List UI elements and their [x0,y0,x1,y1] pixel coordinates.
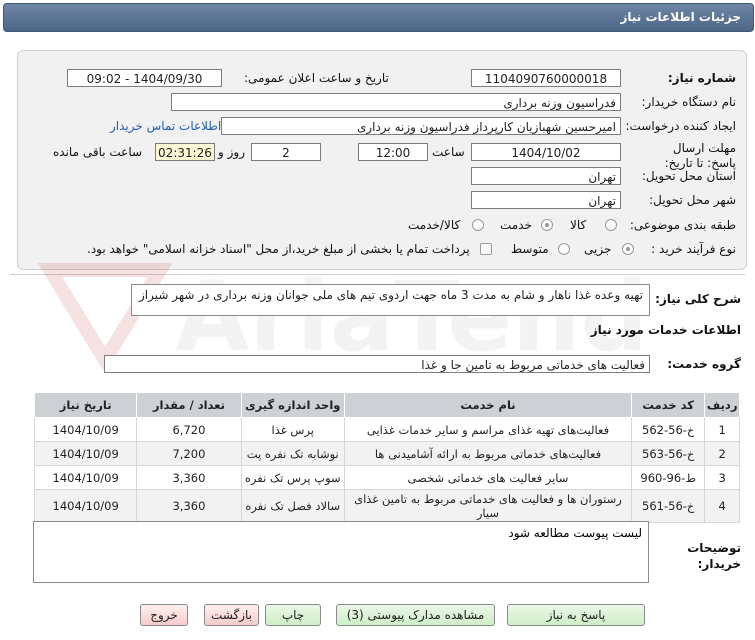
process-option-minor: جزیی [584,242,612,256]
description-label: شرح کلی نیاز: [655,292,741,306]
exit-button[interactable]: خروج [140,604,188,626]
category-radio-goods[interactable] [605,219,617,231]
col-quantity: تعداد / مقدار [136,392,242,418]
cell-service-code: خ-56-562 [631,417,706,442]
table-row: 2 خ-56-563 فعالیت‌های خدماتی مربوط به ار… [33,441,740,466]
city-label: شهر محل تحویل: [649,193,736,207]
services-section-title: اطلاعات خدمات مورد نیاز [590,323,741,337]
remaining-label: ساعت باقی مانده [53,145,143,159]
cell-quantity: 7,200 [136,441,242,466]
announce-field: 1404/09/30 - 09:02 [67,69,222,87]
buyer-notes-field[interactable]: لیست پیوست مطالعه شود [33,521,649,583]
cell-service-name: سایر فعالیت های خدماتی شخصی [343,465,633,490]
view-attachments-button[interactable]: مشاهده مدارک پیوستی (3) [336,604,495,626]
description-field: تهیه وعده غذا ناهار و شام به مدت 3 ماه ج… [131,284,650,316]
col-row-number: ردیف [704,392,740,418]
announce-label: تاریخ و ساعت اعلان عمومی: [244,71,389,85]
category-option-goods: کالا [570,218,587,232]
treasury-note: پرداخت تمام یا بخشی از مبلغ خرید،از محل … [87,242,470,256]
service-group-field: فعالیت های خدماتی مربوط به تامین جا و غذ… [104,355,650,373]
province-field: تهران [471,167,621,185]
table-row: 1 خ-56-562 فعالیت‌های تهیه غذای مراسم و … [33,417,740,442]
reply-button[interactable]: پاسخ به نیاز [507,604,645,626]
need-number-label: شماره نیاز: [667,71,736,85]
cell-service-code: خ-56-563 [631,441,706,466]
category-radio-goods-service[interactable] [472,219,484,231]
info-panel: شماره نیاز: 1104090760000018 تاریخ و ساع… [17,50,747,270]
need-number-field: 1104090760000018 [471,69,621,87]
days-field: 2 [251,143,321,161]
cell-unit: نوشابه تک نفره پت [240,441,345,466]
cell-need-date: 1404/10/09 [33,417,138,442]
cell-unit: پرس غذا [240,417,345,442]
contact-buyer-link[interactable]: اطلاعات تماس خریدار [110,119,221,133]
cell-need-date: 1404/10/09 [33,489,138,523]
requester-field: امیرحسین شهبازیان کارپرداز فدراسیون وزنه… [221,117,621,135]
days-label: روز و [218,145,245,159]
table-header-row: ردیف کد خدمت نام خدمت واحد اندازه گیری ت… [33,392,740,418]
city-field: تهران [471,191,621,209]
category-option-service: خدمت [500,218,532,232]
cell-service-name: رستوران ها و فعالیت های خدماتی مربوط به … [343,489,633,523]
cell-quantity: 3,360 [136,465,242,490]
process-radio-minor[interactable] [622,243,634,255]
category-option-goods-service: کالا/خدمت [408,218,461,232]
deadline-time-field: 12:00 [358,143,428,161]
cell-service-code: ط-96-960 [631,465,706,490]
cell-unit: سالاد فصل تک نفره [240,489,345,523]
page-title: جزئیات اطلاعات نیاز [620,10,741,24]
cell-row-number: 2 [704,441,740,466]
col-service-code: کد خدمت [631,392,706,418]
deadline-label: مهلت ارسال پاسخ: تا تاریخ: [664,141,736,170]
table-row: 3 ط-96-960 سایر فعالیت های خدماتی شخصی س… [33,465,740,490]
province-label: استان محل تحویل: [641,169,736,183]
deadline-date-field: 1404/10/02 [471,143,621,161]
divider [10,274,745,275]
buyer-org-label: نام دستگاه خریدار: [641,95,737,109]
cell-quantity: 6,720 [136,417,242,442]
cell-row-number: 4 [704,489,740,523]
col-unit: واحد اندازه گیری [240,392,345,418]
cell-need-date: 1404/10/09 [33,465,138,490]
category-label: طبقه بندی موضوعی: [629,218,736,232]
process-option-medium: متوسط [511,242,549,256]
time-label: ساعت [432,145,465,159]
cell-service-name: فعالیت‌های تهیه غذای مراسم و سایر خدمات … [343,417,633,442]
buyer-org-field: فدراسیون وزنه برداری [171,93,621,111]
col-need-date: تاریخ نیاز [33,392,138,418]
treasury-checkbox[interactable] [480,243,492,255]
category-radio-service[interactable] [541,219,553,231]
services-table: ردیف کد خدمت نام خدمت واحد اندازه گیری ت… [33,392,740,523]
back-button[interactable]: بازگشت [204,604,259,626]
buyer-notes-label: توضیحات خریدار: [687,541,741,571]
remaining-time-field: 02:31:26 [155,143,215,161]
process-label: نوع فرآیند خرید : [651,242,736,256]
col-service-name: نام خدمت [343,392,633,418]
title-bar: جزئیات اطلاعات نیاز [3,3,754,32]
cell-unit: سوپ پرس تک نفره [240,465,345,490]
cell-quantity: 3,360 [136,489,242,523]
cell-need-date: 1404/10/09 [33,441,138,466]
requester-label: ایجاد کننده درخواست: [625,119,736,133]
print-button[interactable]: چاپ [265,604,321,626]
cell-row-number: 3 [704,465,740,490]
cell-service-code: خ-56-561 [631,489,706,523]
service-group-label: گروه خدمت: [667,357,741,371]
table-row: 4 خ-56-561 رستوران ها و فعالیت های خدمات… [33,489,740,523]
cell-service-name: فعالیت‌های خدماتی مربوط به ارائه آشامیدن… [343,441,633,466]
cell-row-number: 1 [704,417,740,442]
process-radio-medium[interactable] [558,243,570,255]
